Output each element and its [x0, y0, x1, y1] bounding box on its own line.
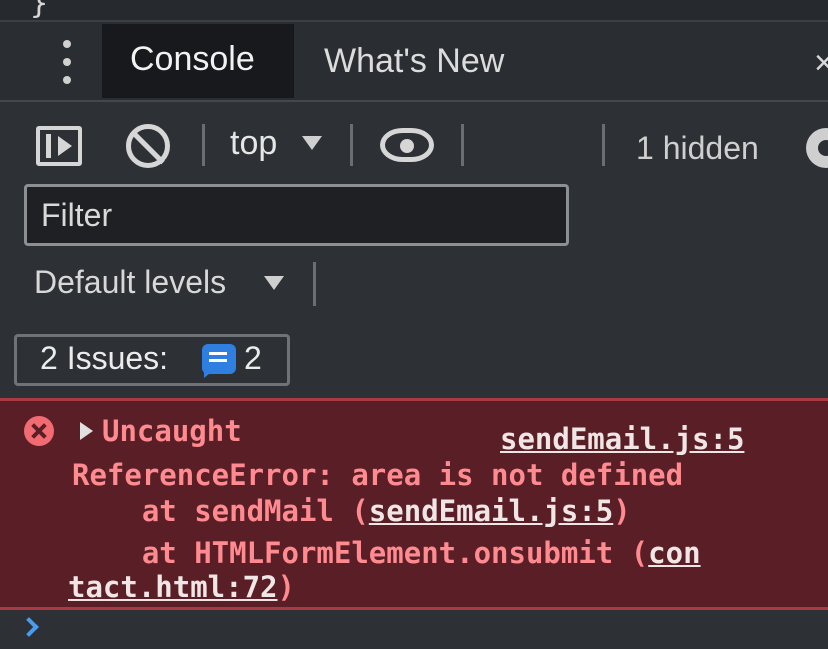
eye-icon[interactable] — [380, 128, 434, 162]
expand-triangle-icon[interactable] — [80, 422, 93, 440]
issues-label[interactable]: 2 Issues: — [40, 340, 168, 377]
error-icon — [24, 416, 54, 446]
close-icon[interactable]: × — [814, 46, 828, 80]
stack-frame-2: at HTMLFormElement.onsubmit (con — [72, 534, 701, 572]
stack-frame-1-suffix: ) — [613, 494, 631, 528]
kebab-menu-icon[interactable] — [58, 40, 76, 84]
filter-input[interactable] — [24, 184, 569, 246]
toolbar-divider — [461, 124, 464, 166]
toolbar-divider — [202, 124, 205, 166]
toolbar-divider — [313, 262, 316, 306]
dropdown-caret-icon[interactable] — [302, 136, 322, 150]
stack-frame-1-prefix: at sendMail ( — [72, 494, 369, 528]
stack-frame-2-prefix: at HTMLFormElement.onsubmit ( — [72, 536, 649, 570]
brace-icon: } — [30, 0, 49, 21]
clear-console-icon[interactable] — [126, 124, 170, 168]
tab-console-label[interactable]: Console — [130, 40, 255, 79]
issue-message-icon — [202, 344, 236, 378]
stack-frame-2-link-b[interactable]: tact.html:72 — [68, 570, 278, 604]
toolbar-divider — [350, 124, 353, 166]
stack-frame-2-continued: tact.html:72) — [68, 568, 295, 606]
stack-frame-1-link[interactable]: sendEmail.js:5 — [369, 494, 613, 528]
toolbar-divider — [602, 124, 605, 166]
error-title[interactable]: Uncaught — [102, 412, 242, 450]
stack-frame-1: at sendMail (sendEmail.js:5) — [72, 492, 631, 530]
console-prompt[interactable] — [0, 612, 828, 649]
stack-frame-2-suffix: ) — [277, 570, 295, 604]
dropdown-caret-icon[interactable] — [264, 276, 284, 290]
sidebar-toggle-icon[interactable] — [36, 126, 82, 166]
issues-count[interactable]: 2 — [244, 340, 262, 377]
stack-frame-2-link-a[interactable]: con — [648, 536, 700, 570]
log-levels-dropdown[interactable]: Default levels — [34, 264, 226, 301]
hidden-messages-count: 1 hidden — [636, 130, 759, 166]
error-source-link[interactable]: sendEmail.js:5 — [500, 420, 744, 458]
context-selector[interactable]: top — [230, 124, 277, 163]
code-editor-strip — [0, 0, 828, 22]
error-message: ReferenceError: area is not defined — [72, 458, 684, 492]
tab-whats-new[interactable]: What's New — [324, 42, 504, 81]
